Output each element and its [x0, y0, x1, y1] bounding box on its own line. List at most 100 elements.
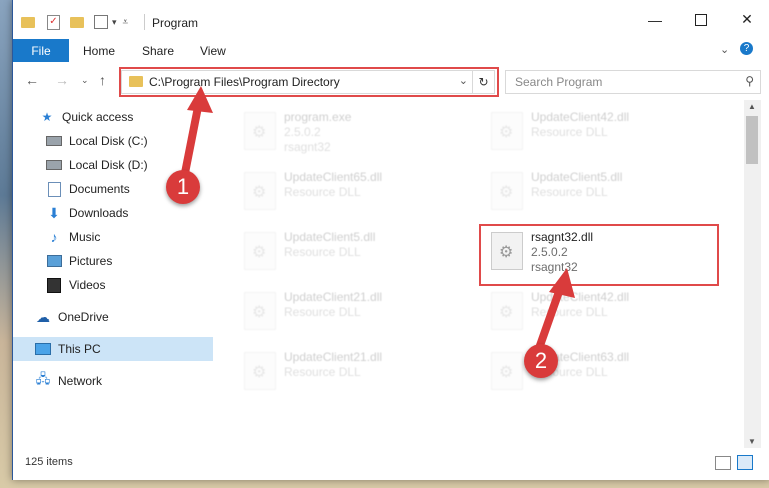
properties-icon[interactable]: ✓ [47, 14, 60, 30]
search-icon: ⚲ [745, 74, 754, 88]
sidebar-item-videos[interactable]: Videos 📌 [13, 273, 239, 297]
sidebar-item-network[interactable]: 🖧 Network [13, 369, 228, 393]
scroll-up-icon[interactable]: ▲ [748, 102, 756, 111]
recent-locations-button[interactable]: ⌄ [81, 75, 89, 86]
drive-icon [46, 157, 62, 173]
sidebar-item-onedrive[interactable]: ☁ OneDrive [13, 305, 228, 329]
sidebar-item-label: Music [69, 230, 101, 244]
file-name: UpdateClient42.dll [531, 110, 630, 124]
address-highlight-box [119, 67, 499, 97]
sidebar-item-this-pc[interactable]: This PC [13, 337, 228, 361]
search-input[interactable]: Search Program ⚲ [505, 70, 761, 94]
sidebar-item-local-disk-d[interactable]: Local Disk (D:) 📌 [13, 153, 239, 177]
search-placeholder: Search Program [515, 75, 603, 89]
dll-file-icon [244, 232, 276, 270]
sidebar-item-label: Quick access [62, 110, 134, 124]
status-bar: 125 items [13, 448, 769, 480]
step-2-badge: 2 [524, 344, 558, 378]
list-item[interactable]: UpdateClient5.dll Resource DLL [485, 162, 715, 216]
vertical-scrollbar[interactable]: ▲ ▼ [744, 100, 761, 448]
network-icon: 🖧 [35, 371, 51, 386]
sidebar-item-music[interactable]: ♪ Music 📌 [13, 225, 239, 249]
pc-icon [35, 341, 51, 357]
customize-toolbar-icon[interactable]: ⩡ [123, 17, 129, 28]
tab-view[interactable]: View [200, 44, 226, 58]
dll-file-icon [244, 352, 276, 390]
sidebar-item-pictures[interactable]: Pictures 📌 [13, 249, 239, 273]
sidebar-item-label: Local Disk (C:) [69, 134, 148, 148]
sidebar-item-label: Pictures [69, 254, 113, 268]
drive-icon [46, 133, 62, 149]
tiles-view-icon[interactable] [737, 455, 753, 470]
minimize-icon: — [648, 11, 662, 28]
sidebar-item-local-disk-c[interactable]: Local Disk (C:) 📌 [13, 129, 239, 153]
scrollbar-thumb[interactable] [746, 116, 758, 164]
maximize-icon [695, 13, 707, 26]
music-icon: ♪ [50, 229, 58, 245]
list-item[interactable]: UpdateClient63.dll Resource DLL [485, 342, 715, 396]
chevron-down-icon[interactable]: ▾ [112, 17, 117, 28]
file-name: UpdateClient42.dll [531, 290, 630, 304]
list-item[interactable]: UpdateClient5.dll Resource DLL [238, 222, 468, 276]
dll-file-icon [244, 172, 276, 210]
forward-button[interactable]: → [55, 72, 69, 88]
dll-file-icon [491, 292, 523, 330]
minimize-button[interactable]: — [632, 0, 678, 39]
dll-file-icon [244, 292, 276, 330]
file-version: 2.5.0.2 [284, 125, 321, 139]
file-description: Resource DLL [284, 365, 361, 379]
videos-icon [46, 277, 62, 293]
file-description: Resource DLL [531, 125, 608, 139]
sidebar-item-label: Network [58, 374, 103, 388]
sidebar-item-downloads[interactable]: ⬇ Downloads 📌 [13, 201, 239, 225]
tab-share[interactable]: Share [142, 44, 174, 58]
tab-file[interactable]: File [13, 39, 69, 62]
sidebar-item-quick-access[interactable]: ★ Quick access [13, 105, 232, 129]
sidebar-item-documents[interactable]: Documents 📌 [13, 177, 239, 201]
dll-file-icon [491, 352, 523, 390]
file-description: Resource DLL [531, 185, 608, 199]
file-name: UpdateClient65.dll [284, 170, 383, 184]
close-button[interactable]: ✕ [724, 0, 769, 39]
list-item[interactable]: UpdateClient65.dll Resource DLL [238, 162, 468, 216]
new-folder-icon[interactable] [70, 16, 84, 28]
list-item[interactable]: UpdateClient42.dll Resource DLL [485, 282, 715, 336]
back-button[interactable]: ← [25, 72, 39, 88]
file-explorer-window: ✓ ▾ ⩡ Program — ✕ File Home Share View ⌄… [12, 0, 769, 480]
download-icon: ⬇ [48, 204, 60, 221]
folder-icon[interactable] [21, 16, 35, 28]
list-item[interactable]: program.exe 2.5.0.2 rsagnt32 [238, 102, 468, 156]
step-1-badge: 1 [166, 170, 200, 204]
list-item[interactable]: UpdateClient42.dll Resource DLL [485, 102, 715, 156]
scroll-down-icon[interactable]: ▼ [748, 437, 756, 446]
file-description: Resource DLL [284, 305, 361, 319]
list-item[interactable]: UpdateClient21.dll Resource DLL [238, 282, 468, 336]
file-name: UpdateClient5.dll [284, 230, 376, 244]
sidebar-item-label: Local Disk (D:) [69, 158, 148, 172]
file-description: Resource DLL [284, 185, 361, 199]
file-name: UpdateClient21.dll [284, 350, 383, 364]
maximize-button[interactable] [678, 0, 724, 39]
up-button[interactable]: ↑ [99, 72, 106, 88]
tab-home[interactable]: Home [83, 44, 115, 58]
details-view-icon[interactable] [715, 456, 731, 470]
file-name: UpdateClient5.dll [531, 170, 623, 184]
expand-ribbon-icon[interactable]: ⌄ [720, 43, 729, 56]
help-icon[interactable]: ? [740, 42, 753, 55]
window-title: Program [152, 16, 199, 30]
sidebar-item-label: OneDrive [58, 310, 109, 324]
quick-access-toolbar: ✓ ▾ ⩡ [21, 12, 128, 32]
list-item[interactable]: UpdateClient21.dll Resource DLL [238, 342, 468, 396]
documents-icon [46, 181, 62, 197]
cloud-icon: ☁ [36, 308, 50, 325]
star-icon: ★ [41, 110, 53, 124]
file-description: Resource DLL [531, 305, 608, 319]
sidebar-item-label: Videos [69, 278, 106, 292]
sidebar-item-label: Documents [69, 182, 130, 196]
sidebar-item-label: This PC [58, 342, 101, 356]
view-options-icon[interactable] [94, 15, 108, 29]
navigation-pane: ★ Quick access Local Disk (C:) 📌 Local D… [13, 100, 235, 448]
file-name: UpdateClient21.dll [284, 290, 383, 304]
close-icon: ✕ [741, 11, 753, 27]
pictures-icon [46, 253, 62, 269]
